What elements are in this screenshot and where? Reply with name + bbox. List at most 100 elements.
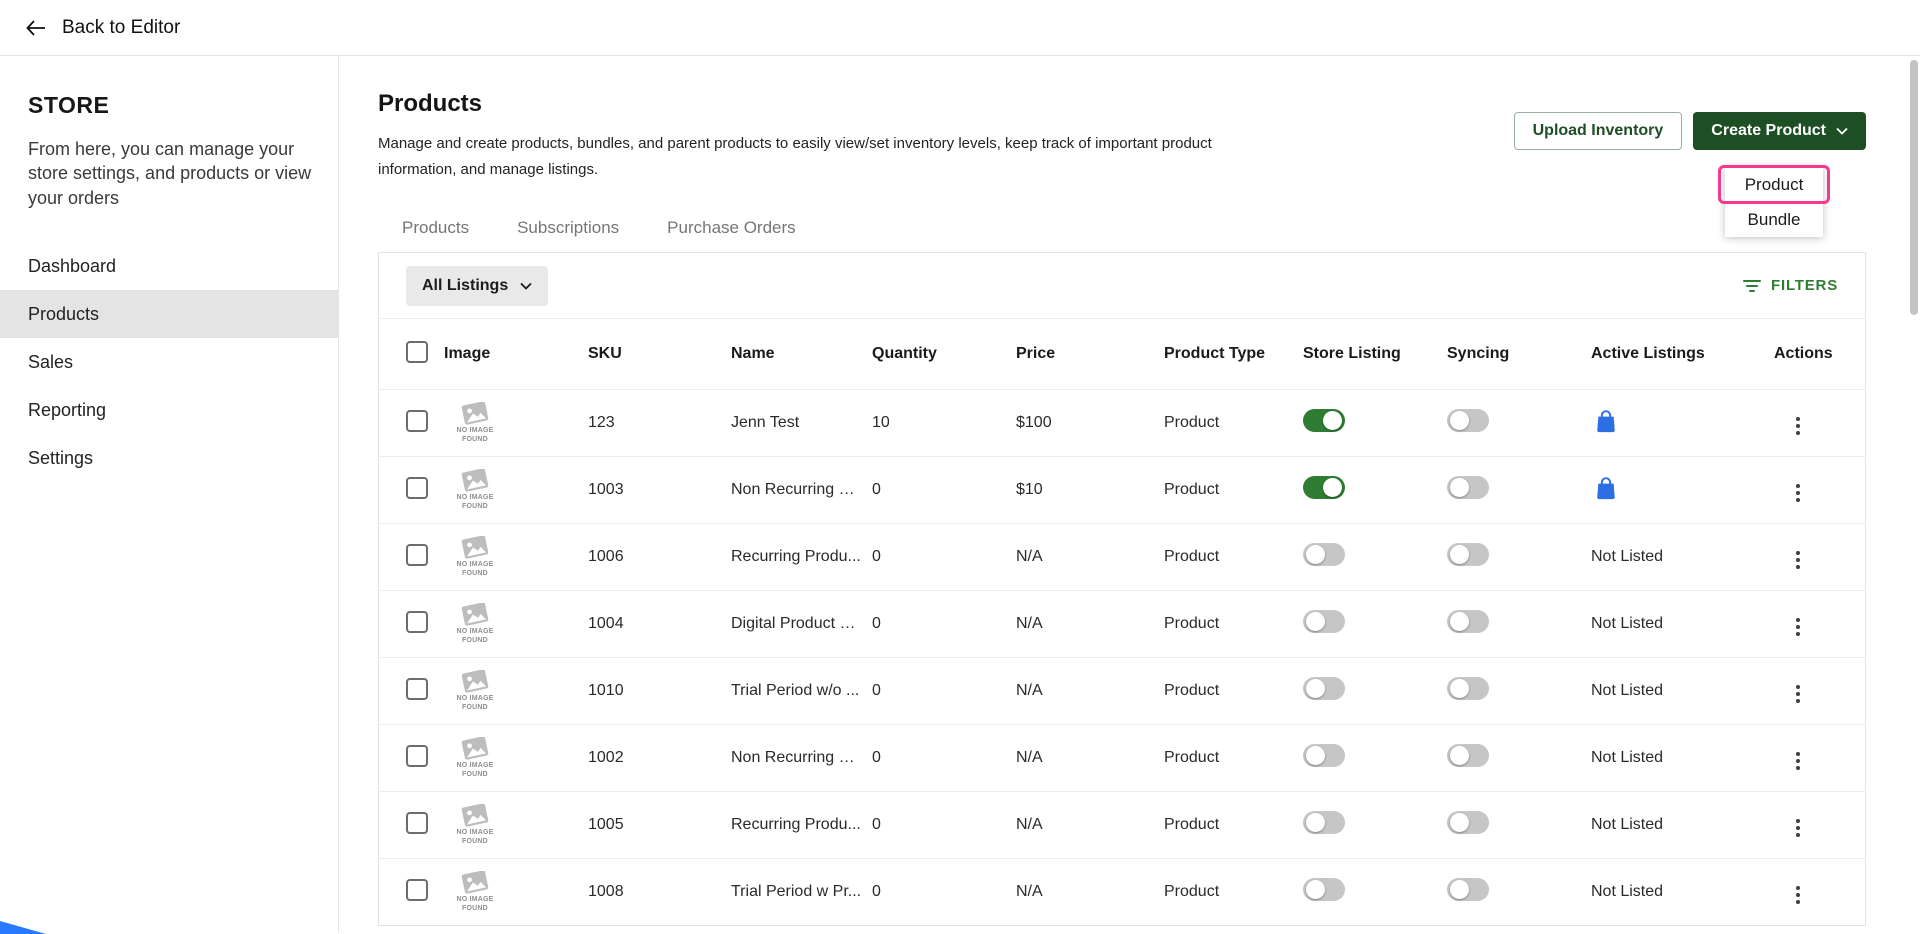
row-actions-kebab-icon[interactable] <box>1788 547 1808 573</box>
store-listing-toggle[interactable] <box>1303 677 1345 700</box>
quantity-cell: 0 <box>872 548 1016 566</box>
filters-button[interactable]: FILTERS <box>1742 277 1838 294</box>
table-row: NO IMAGE FOUND 123 Jenn Test 10 $100 Pro… <box>379 389 1865 456</box>
top-bar: Back to Editor <box>0 0 1920 56</box>
sku-cell: 1002 <box>588 749 731 767</box>
store-listing-toggle[interactable] <box>1303 476 1345 499</box>
photo-icon <box>462 402 488 424</box>
table-row: NO IMAGE FOUND 1003 Non Recurring Pr... … <box>379 456 1865 523</box>
sku-cell: 123 <box>588 414 731 432</box>
no-image-label: NO IMAGE FOUND <box>452 493 498 512</box>
products-table-card: All Listings FILTERS <box>378 253 1866 926</box>
sidebar-item-reporting[interactable]: Reporting <box>0 386 338 434</box>
sidebar-item-products[interactable]: Products <box>0 290 338 338</box>
syncing-toggle[interactable] <box>1447 409 1489 432</box>
tab-products[interactable]: Products <box>378 206 493 254</box>
create-product-button[interactable]: Create Product <box>1693 112 1866 150</box>
back-to-editor-button[interactable]: Back to Editor <box>26 17 180 39</box>
row-checkbox[interactable] <box>406 678 428 700</box>
row-checkbox[interactable] <box>406 611 428 633</box>
syncing-toggle[interactable] <box>1447 610 1489 633</box>
table-row: NO IMAGE FOUND 1002 Non Recurring Pr... … <box>379 724 1865 791</box>
no-image-placeholder: NO IMAGE FOUND <box>446 737 504 780</box>
table-row: NO IMAGE FOUND 1005 Recurring Produ... 0… <box>379 791 1865 858</box>
row-actions-kebab-icon[interactable] <box>1788 882 1808 908</box>
name-cell[interactable]: Non Recurring Pr... <box>731 481 872 499</box>
column-header-actions: Actions <box>1774 345 1865 363</box>
sidebar-item-dashboard[interactable]: Dashboard <box>0 242 338 290</box>
sidebar-item-sales[interactable]: Sales <box>0 338 338 386</box>
product-type-cell: Product <box>1164 682 1303 700</box>
name-cell[interactable]: Trial Period w Pr... <box>731 883 872 901</box>
main-content: Products Manage and create products, bun… <box>339 56 1920 933</box>
no-image-label: NO IMAGE FOUND <box>452 560 498 579</box>
row-checkbox[interactable] <box>406 410 428 432</box>
name-cell[interactable]: Recurring Produ... <box>731 816 872 834</box>
row-checkbox[interactable] <box>406 879 428 901</box>
column-header-name: Name <box>731 345 872 363</box>
quantity-cell: 0 <box>872 615 1016 633</box>
store-listing-toggle[interactable] <box>1303 610 1345 633</box>
sidebar-item-settings[interactable]: Settings <box>0 434 338 482</box>
syncing-toggle[interactable] <box>1447 677 1489 700</box>
store-listing-toggle[interactable] <box>1303 744 1345 767</box>
name-cell[interactable]: Non Recurring Pr... <box>731 749 872 767</box>
upload-inventory-button[interactable]: Upload Inventory <box>1514 112 1683 150</box>
name-cell[interactable]: Jenn Test <box>731 414 872 432</box>
price-cell: N/A <box>1016 816 1164 834</box>
row-actions-kebab-icon[interactable] <box>1788 748 1808 774</box>
dropdown-item[interactable]: Product <box>1725 167 1823 202</box>
syncing-toggle[interactable] <box>1447 476 1489 499</box>
no-image-placeholder: NO IMAGE FOUND <box>446 871 504 914</box>
store-listing-toggle[interactable] <box>1303 811 1345 834</box>
filter-icon <box>1742 278 1762 294</box>
product-type-cell: Product <box>1164 615 1303 633</box>
row-actions-kebab-icon[interactable] <box>1788 681 1808 707</box>
row-checkbox[interactable] <box>406 745 428 767</box>
no-image-label: NO IMAGE FOUND <box>452 895 498 914</box>
row-checkbox[interactable] <box>406 477 428 499</box>
store-listing-toggle[interactable] <box>1303 409 1345 432</box>
row-checkbox[interactable] <box>406 812 428 834</box>
row-actions-kebab-icon[interactable] <box>1788 815 1808 841</box>
syncing-toggle[interactable] <box>1447 878 1489 901</box>
sku-cell: 1008 <box>588 883 731 901</box>
listings-filter-dropdown[interactable]: All Listings <box>406 266 548 306</box>
back-to-editor-label: Back to Editor <box>62 17 180 39</box>
name-cell[interactable]: Digital Product w... <box>731 615 872 633</box>
shopping-bag-icon <box>1595 409 1617 438</box>
no-image-placeholder: NO IMAGE FOUND <box>446 603 504 646</box>
row-actions-kebab-icon[interactable] <box>1788 614 1808 640</box>
syncing-toggle[interactable] <box>1447 543 1489 566</box>
filter-bar: All Listings FILTERS <box>379 253 1865 319</box>
select-all-checkbox[interactable] <box>406 341 428 363</box>
product-type-cell: Product <box>1164 749 1303 767</box>
column-header-syncing: Syncing <box>1447 345 1591 363</box>
tab-purchase-orders[interactable]: Purchase Orders <box>643 206 820 254</box>
table-row: NO IMAGE FOUND 1004 Digital Product w...… <box>379 590 1865 657</box>
no-image-placeholder: NO IMAGE FOUND <box>446 469 504 512</box>
product-type-cell: Product <box>1164 481 1303 499</box>
column-header-price: Price <box>1016 345 1164 363</box>
store-listing-toggle[interactable] <box>1303 878 1345 901</box>
product-type-cell: Product <box>1164 414 1303 432</box>
store-listing-toggle[interactable] <box>1303 543 1345 566</box>
row-actions-kebab-icon[interactable] <box>1788 413 1808 439</box>
sku-cell: 1010 <box>588 682 731 700</box>
name-cell[interactable]: Recurring Produ... <box>731 548 872 566</box>
name-cell[interactable]: Trial Period w/o ... <box>731 682 872 700</box>
tab-subscriptions[interactable]: Subscriptions <box>493 206 643 254</box>
row-actions-kebab-icon[interactable] <box>1788 480 1808 506</box>
photo-icon <box>462 603 488 625</box>
photo-icon <box>462 737 488 759</box>
syncing-toggle[interactable] <box>1447 811 1489 834</box>
not-listed-label: Not Listed <box>1591 615 1663 632</box>
photo-icon <box>462 536 488 558</box>
dropdown-item[interactable]: Bundle <box>1725 202 1823 237</box>
sidebar-title: STORE <box>0 92 338 119</box>
row-checkbox[interactable] <box>406 544 428 566</box>
product-type-cell: Product <box>1164 548 1303 566</box>
syncing-toggle[interactable] <box>1447 744 1489 767</box>
vertical-scrollbar[interactable] <box>1910 60 1918 315</box>
product-type-cell: Product <box>1164 816 1303 834</box>
